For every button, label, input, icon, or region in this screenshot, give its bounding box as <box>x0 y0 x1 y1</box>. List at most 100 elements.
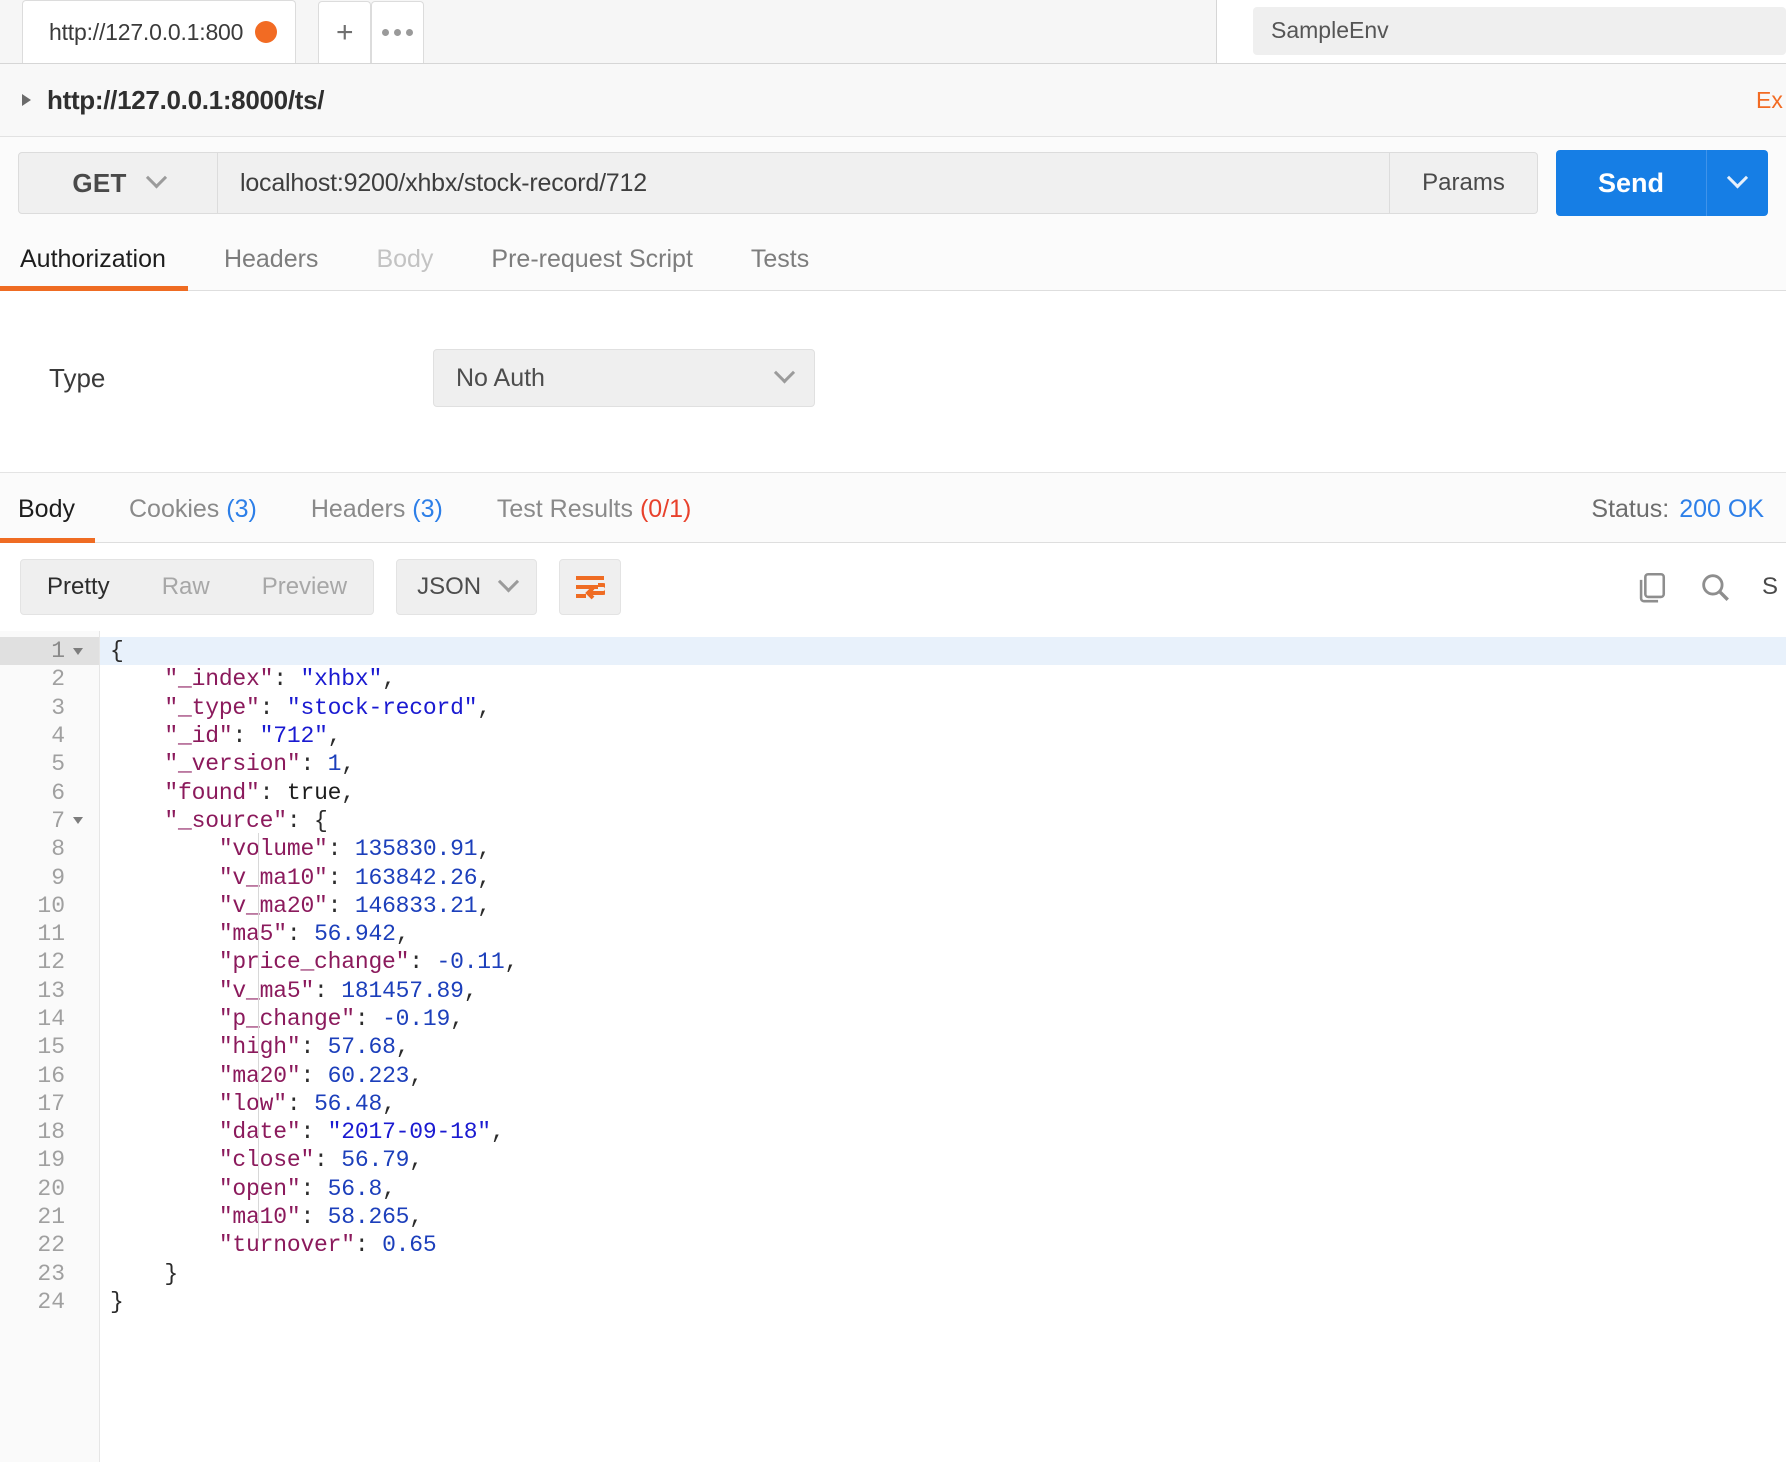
plus-icon: + <box>335 15 354 49</box>
chevron-down-icon <box>145 166 167 188</box>
line-number: 5 <box>51 751 65 778</box>
new-tab-button[interactable]: + <box>318 1 372 63</box>
line-number: 20 <box>37 1175 65 1202</box>
auth-type-label: Type <box>49 363 106 393</box>
auth-type-value: No Auth <box>456 363 545 392</box>
code-line: } <box>110 1288 124 1315</box>
url-value: localhost:9200/xhbx/stock-record/712 <box>240 168 647 197</box>
status-value: 200 OK <box>1679 495 1764 523</box>
tab-options-button[interactable] <box>371 1 425 63</box>
code-line: "turnover": 0.65 <box>218 1232 437 1259</box>
line-number: 9 <box>51 864 65 891</box>
code-line: "_index": "xhbx", <box>164 666 396 693</box>
fold-toggle-icon[interactable] <box>69 647 87 655</box>
code-line: "ma10": 58.265, <box>218 1204 423 1231</box>
code-line: "date": "2017-09-18", <box>218 1119 505 1146</box>
environment-selector[interactable]: SampleEnv <box>1253 6 1786 55</box>
line-number: 8 <box>51 836 65 863</box>
line-number: 7 <box>0 807 99 835</box>
format-selector[interactable]: JSON <box>396 559 538 615</box>
line-number: 23 <box>37 1260 65 1287</box>
indent-guide <box>258 833 259 1241</box>
response-tab-headers[interactable]: Headers (3) <box>311 495 443 542</box>
environment-name: SampleEnv <box>1271 17 1389 43</box>
tab-headers[interactable]: Headers <box>224 245 319 290</box>
tab-pre-request-script[interactable]: Pre-request Script <box>491 245 692 290</box>
view-mode-pretty[interactable]: Pretty <box>21 573 136 601</box>
code-line: "_id": "712", <box>164 723 342 750</box>
copy-button[interactable] <box>1634 570 1668 604</box>
url-input[interactable]: localhost:9200/xhbx/stock-record/712 <box>218 152 1390 214</box>
code-line: "open": 56.8, <box>218 1175 396 1202</box>
chevron-right-icon[interactable] <box>22 94 31 106</box>
word-wrap-button[interactable] <box>559 559 622 615</box>
view-mode-preview[interactable]: Preview <box>236 573 373 601</box>
line-number: 19 <box>37 1147 65 1174</box>
line-number: 6 <box>51 779 65 806</box>
examples-link[interactable]: Ex <box>1756 87 1784 114</box>
cookies-count: (3) <box>226 495 257 523</box>
chevron-down-icon <box>1726 166 1749 188</box>
line-number: 10 <box>37 892 65 919</box>
line-number: 13 <box>37 977 65 1004</box>
line-number: 4 <box>51 723 65 750</box>
headers-count: (3) <box>412 495 443 523</box>
copy-icon <box>1639 572 1666 603</box>
json-code[interactable]: { "_index": "xhbx", "_type": "stock-reco… <box>100 631 1786 1462</box>
code-line: "v_ma10": 163842.26, <box>218 864 491 891</box>
search-button[interactable] <box>1698 570 1732 604</box>
breadcrumb-path: http://127.0.0.1:8000/ts/ <box>47 84 325 115</box>
send-label: Send <box>1597 167 1664 198</box>
code-line: } <box>164 1260 179 1287</box>
response-tab-test-results[interactable]: Test Results (0/1) <box>497 495 692 542</box>
request-tab[interactable]: http://127.0.0.1:800 <box>22 0 297 63</box>
line-number: 11 <box>37 921 65 948</box>
send-options-button[interactable] <box>1706 150 1768 216</box>
line-number: 12 <box>37 949 65 976</box>
line-number: 2 <box>51 666 65 693</box>
view-mode-raw[interactable]: Raw <box>136 573 236 601</box>
request-url-bar: GET localhost:9200/xhbx/stock-record/712… <box>0 137 1786 229</box>
status-label: Status: <box>1591 495 1670 523</box>
fold-toggle-icon[interactable] <box>69 817 87 825</box>
auth-type-dropdown[interactable]: No Auth <box>433 349 815 407</box>
code-line: "ma20": 60.223, <box>218 1062 423 1089</box>
code-line: "price_change": -0.11, <box>218 949 519 976</box>
response-tab-cookies[interactable]: Cookies (3) <box>129 495 257 542</box>
status-badge: Status: 200 OK <box>1591 495 1764 524</box>
code-line: "volume": 135830.91, <box>218 836 491 863</box>
code-line: "p_change": -0.19, <box>218 1006 464 1032</box>
code-line: "_type": "stock-record", <box>164 694 491 721</box>
send-button[interactable]: Send <box>1556 150 1706 216</box>
tab-strip: http://127.0.0.1:800 + SampleEnv <box>0 0 1786 64</box>
line-number-gutter: 1 2 3 4 5 6 7 8 9 10 11 12 13 14 15 16 17 18 19 20 21 22 23 24 <box>0 631 100 1462</box>
line-number: 16 <box>37 1062 65 1089</box>
line-number: 14 <box>37 1006 65 1032</box>
line-number: 17 <box>37 1090 65 1117</box>
request-tabs: Authorization Headers Body Pre-request S… <box>0 229 1786 291</box>
params-button[interactable]: Params <box>1390 152 1538 214</box>
code-line: "_source": { <box>164 807 328 834</box>
save-response-label[interactable]: S <box>1762 573 1778 601</box>
code-line: "ma5": 56.942, <box>218 921 410 948</box>
code-line: "_version": 1, <box>164 751 355 778</box>
response-tab-body[interactable]: Body <box>0 495 95 543</box>
test-results-count: (0/1) <box>639 495 692 523</box>
tab-authorization[interactable]: Authorization <box>0 245 188 291</box>
line-number: 15 <box>37 1034 65 1061</box>
chevron-down-icon <box>773 361 796 383</box>
tab-body[interactable]: Body <box>376 245 433 290</box>
http-method-selector[interactable]: GET <box>18 152 218 214</box>
code-line: "low": 56.48, <box>218 1090 396 1117</box>
response-tab-test-results-label: Test Results <box>496 495 634 523</box>
line-number: 1 <box>0 637 99 666</box>
line-number: 22 <box>37 1232 65 1259</box>
params-label: Params <box>1422 169 1505 196</box>
search-icon <box>1702 574 1729 601</box>
response-body-viewer[interactable]: 1 2 3 4 5 6 7 8 9 10 11 12 13 14 15 16 17 18 19 20 21 22 23 24 … <box>0 631 1786 1462</box>
view-mode-segmented-control: Pretty Raw Preview <box>20 559 375 615</box>
tab-tests[interactable]: Tests <box>751 245 809 290</box>
line-number: 18 <box>37 1119 65 1146</box>
request-tab-label: http://127.0.0.1:800 <box>49 18 244 45</box>
response-tab-cookies-label: Cookies <box>128 495 220 523</box>
